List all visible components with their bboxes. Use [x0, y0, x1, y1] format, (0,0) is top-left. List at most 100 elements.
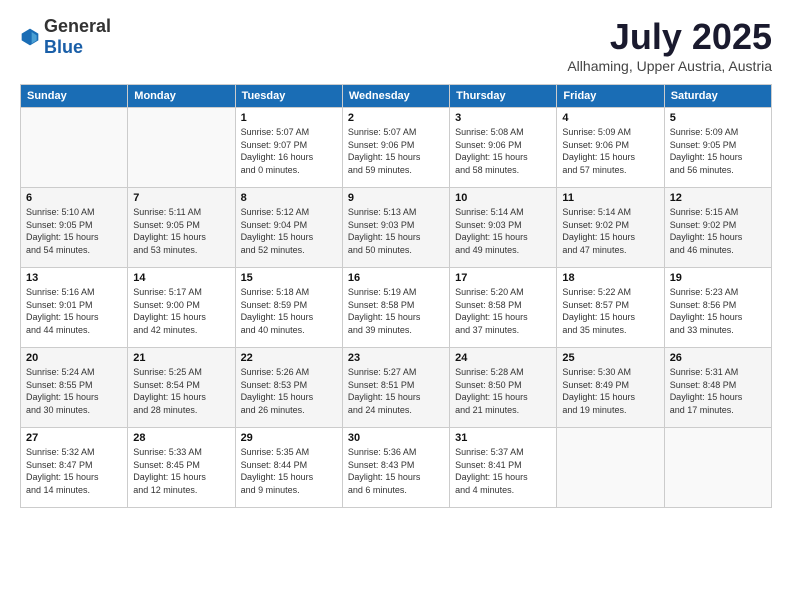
- title-area: July 2025 Allhaming, Upper Austria, Aust…: [567, 16, 772, 74]
- day-number: 26: [670, 352, 766, 364]
- day-info: Sunrise: 5:32 AM Sunset: 8:47 PM Dayligh…: [26, 446, 122, 496]
- day-number: 19: [670, 272, 766, 284]
- calendar-cell: 5 Sunrise: 5:09 AM Sunset: 9:05 PM Daylig…: [664, 108, 771, 188]
- calendar-cell: 24Sunrise: 5:28 AM Sunset: 8:50 PM Dayli…: [450, 348, 557, 428]
- calendar-cell: 3Sunrise: 5:08 AM Sunset: 9:06 PM Daylig…: [450, 108, 557, 188]
- day-number: 30: [348, 432, 444, 444]
- month-title: July 2025: [567, 16, 772, 58]
- day-number: 25: [562, 352, 658, 364]
- day-info: Sunrise: 5:19 AM Sunset: 8:58 PM Dayligh…: [348, 286, 444, 336]
- day-number: 11: [562, 192, 658, 204]
- calendar-cell: 8Sunrise: 5:12 AM Sunset: 9:04 PM Daylig…: [235, 188, 342, 268]
- day-info: Sunrise: 5:28 AM Sunset: 8:50 PM Dayligh…: [455, 366, 551, 416]
- calendar-cell: 19 Sunrise: 5:23 AM Sunset: 8:56 PM Dayli…: [664, 268, 771, 348]
- calendar-cell: 28Sunrise: 5:33 AM Sunset: 8:45 PM Dayli…: [128, 428, 235, 508]
- calendar-cell: 6Sunrise: 5:10 AM Sunset: 9:05 PM Daylig…: [21, 188, 128, 268]
- day-number: 13: [26, 272, 122, 284]
- day-info: Sunrise: 5:31 AM Sunset: 8:48 PM Dayligh…: [670, 366, 766, 416]
- day-info: Sunrise: 5:17 AM Sunset: 9:00 PM Dayligh…: [133, 286, 229, 336]
- day-number: 12: [670, 192, 766, 204]
- calendar-cell: 7 Sunrise: 5:11 AM Sunset: 9:05 PM Daylig…: [128, 188, 235, 268]
- calendar-cell: 22Sunrise: 5:26 AM Sunset: 8:53 PM Dayli…: [235, 348, 342, 428]
- generalblue-logo-icon: [20, 27, 40, 47]
- weekday-header-friday: Friday: [557, 85, 664, 108]
- day-info: Sunrise: 5:10 AM Sunset: 9:05 PM Dayligh…: [26, 206, 122, 256]
- calendar-cell: 12 Sunrise: 5:15 AM Sunset: 9:02 PM Dayli…: [664, 188, 771, 268]
- calendar-table: SundayMondayTuesdayWednesdayThursdayFrid…: [20, 84, 772, 508]
- day-number: 27: [26, 432, 122, 444]
- weekday-header-row: SundayMondayTuesdayWednesdayThursdayFrid…: [21, 85, 772, 108]
- week-row-4: 20Sunrise: 5:24 AM Sunset: 8:55 PM Dayli…: [21, 348, 772, 428]
- calendar-cell: 29Sunrise: 5:35 AM Sunset: 8:44 PM Dayli…: [235, 428, 342, 508]
- calendar-cell: [21, 108, 128, 188]
- calendar-cell: 14 Sunrise: 5:17 AM Sunset: 9:00 PM Dayli…: [128, 268, 235, 348]
- day-info: Sunrise: 5:37 AM Sunset: 8:41 PM Dayligh…: [455, 446, 551, 496]
- day-info: Sunrise: 5:22 AM Sunset: 8:57 PM Dayligh…: [562, 286, 658, 336]
- day-info: Sunrise: 5:30 AM Sunset: 8:49 PM Dayligh…: [562, 366, 658, 416]
- calendar-cell: [557, 428, 664, 508]
- header: General Blue July 2025 Allhaming, Upper …: [20, 16, 772, 74]
- day-info: Sunrise: 5:15 AM Sunset: 9:02 PM Dayligh…: [670, 206, 766, 256]
- calendar-cell: 10 Sunrise: 5:14 AM Sunset: 9:03 PM Dayli…: [450, 188, 557, 268]
- day-info: Sunrise: 5:09 AM Sunset: 9:05 PM Dayligh…: [670, 126, 766, 176]
- weekday-header-saturday: Saturday: [664, 85, 771, 108]
- weekday-header-tuesday: Tuesday: [235, 85, 342, 108]
- weekday-header-monday: Monday: [128, 85, 235, 108]
- weekday-header-thursday: Thursday: [450, 85, 557, 108]
- day-info: Sunrise: 5:20 AM Sunset: 8:58 PM Dayligh…: [455, 286, 551, 336]
- logo-blue-text: Blue: [44, 37, 83, 57]
- day-info: Sunrise: 5:11 AM Sunset: 9:05 PM Dayligh…: [133, 206, 229, 256]
- week-row-5: 27 Sunrise: 5:32 AM Sunset: 8:47 PM Dayli…: [21, 428, 772, 508]
- day-info: Sunrise: 5:07 AM Sunset: 9:06 PM Dayligh…: [348, 126, 444, 176]
- day-number: 17: [455, 272, 551, 284]
- day-number: 9: [348, 192, 444, 204]
- day-number: 4: [562, 112, 658, 124]
- day-info: Sunrise: 5:09 AM Sunset: 9:06 PM Dayligh…: [562, 126, 658, 176]
- calendar-cell: 1Sunrise: 5:07 AM Sunset: 9:07 PM Daylig…: [235, 108, 342, 188]
- day-info: Sunrise: 5:23 AM Sunset: 8:56 PM Dayligh…: [670, 286, 766, 336]
- calendar-cell: 20Sunrise: 5:24 AM Sunset: 8:55 PM Dayli…: [21, 348, 128, 428]
- calendar-cell: 9 Sunrise: 5:13 AM Sunset: 9:03 PM Daylig…: [342, 188, 449, 268]
- day-info: Sunrise: 5:16 AM Sunset: 9:01 PM Dayligh…: [26, 286, 122, 336]
- week-row-3: 13 Sunrise: 5:16 AM Sunset: 9:01 PM Dayli…: [21, 268, 772, 348]
- day-number: 5: [670, 112, 766, 124]
- calendar-cell: 23 Sunrise: 5:27 AM Sunset: 8:51 PM Dayli…: [342, 348, 449, 428]
- day-number: 31: [455, 432, 551, 444]
- calendar-cell: 18Sunrise: 5:22 AM Sunset: 8:57 PM Dayli…: [557, 268, 664, 348]
- day-number: 23: [348, 352, 444, 364]
- calendar-cell: 2 Sunrise: 5:07 AM Sunset: 9:06 PM Daylig…: [342, 108, 449, 188]
- day-number: 7: [133, 192, 229, 204]
- weekday-header-wednesday: Wednesday: [342, 85, 449, 108]
- calendar-cell: 13 Sunrise: 5:16 AM Sunset: 9:01 PM Dayli…: [21, 268, 128, 348]
- calendar-cell: 27 Sunrise: 5:32 AM Sunset: 8:47 PM Dayli…: [21, 428, 128, 508]
- calendar-cell: 11 Sunrise: 5:14 AM Sunset: 9:02 PM Dayli…: [557, 188, 664, 268]
- day-number: 16: [348, 272, 444, 284]
- day-number: 29: [241, 432, 337, 444]
- calendar-cell: [128, 108, 235, 188]
- day-info: Sunrise: 5:14 AM Sunset: 9:02 PM Dayligh…: [562, 206, 658, 256]
- day-info: Sunrise: 5:07 AM Sunset: 9:07 PM Dayligh…: [241, 126, 337, 176]
- day-info: Sunrise: 5:36 AM Sunset: 8:43 PM Dayligh…: [348, 446, 444, 496]
- day-info: Sunrise: 5:14 AM Sunset: 9:03 PM Dayligh…: [455, 206, 551, 256]
- day-info: Sunrise: 5:33 AM Sunset: 8:45 PM Dayligh…: [133, 446, 229, 496]
- day-number: 2: [348, 112, 444, 124]
- calendar-cell: 4 Sunrise: 5:09 AM Sunset: 9:06 PM Daylig…: [557, 108, 664, 188]
- logo-general-text: General: [44, 16, 111, 36]
- day-info: Sunrise: 5:25 AM Sunset: 8:54 PM Dayligh…: [133, 366, 229, 416]
- location-title: Allhaming, Upper Austria, Austria: [567, 58, 772, 74]
- day-info: Sunrise: 5:27 AM Sunset: 8:51 PM Dayligh…: [348, 366, 444, 416]
- day-number: 8: [241, 192, 337, 204]
- day-info: Sunrise: 5:13 AM Sunset: 9:03 PM Dayligh…: [348, 206, 444, 256]
- day-number: 3: [455, 112, 551, 124]
- day-number: 14: [133, 272, 229, 284]
- calendar-cell: 15Sunrise: 5:18 AM Sunset: 8:59 PM Dayli…: [235, 268, 342, 348]
- calendar-cell: 26 Sunrise: 5:31 AM Sunset: 8:48 PM Dayli…: [664, 348, 771, 428]
- day-info: Sunrise: 5:24 AM Sunset: 8:55 PM Dayligh…: [26, 366, 122, 416]
- calendar-cell: 25 Sunrise: 5:30 AM Sunset: 8:49 PM Dayli…: [557, 348, 664, 428]
- calendar-cell: 31 Sunrise: 5:37 AM Sunset: 8:41 PM Dayli…: [450, 428, 557, 508]
- day-info: Sunrise: 5:26 AM Sunset: 8:53 PM Dayligh…: [241, 366, 337, 416]
- calendar-cell: 30 Sunrise: 5:36 AM Sunset: 8:43 PM Dayli…: [342, 428, 449, 508]
- weekday-header-sunday: Sunday: [21, 85, 128, 108]
- day-number: 10: [455, 192, 551, 204]
- calendar-cell: 17 Sunrise: 5:20 AM Sunset: 8:58 PM Dayli…: [450, 268, 557, 348]
